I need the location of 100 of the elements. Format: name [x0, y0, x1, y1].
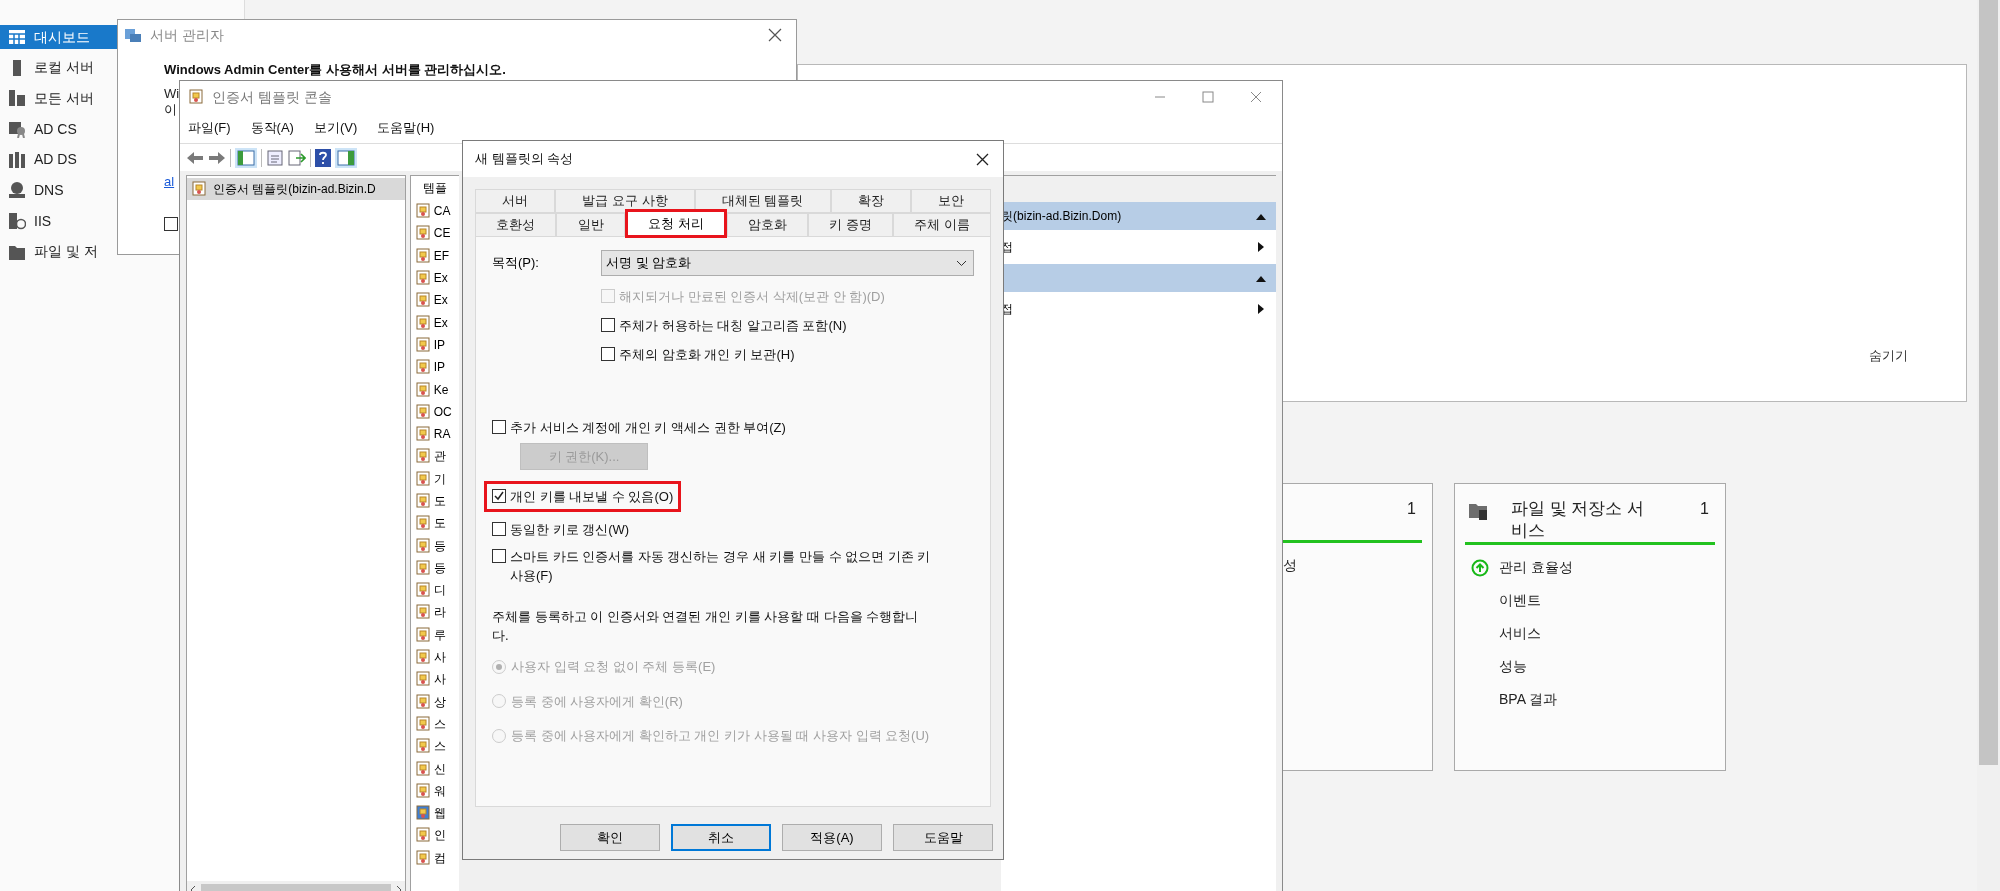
- tab[interactable]: 주체 이름: [893, 213, 992, 237]
- tile-link[interactable]: 성: [1283, 555, 1297, 576]
- tab[interactable]: 확장: [830, 189, 911, 213]
- template-row[interactable]: Ex: [410, 289, 460, 312]
- sidebar-item[interactable]: AD CS: [0, 117, 117, 142]
- scrollbar-thumb[interactable]: [1979, 0, 1998, 765]
- template-row[interactable]: Ex: [410, 311, 460, 334]
- template-row[interactable]: 인: [410, 824, 460, 847]
- menu-item[interactable]: 도움말(H): [377, 118, 435, 138]
- template-row[interactable]: 스: [410, 735, 460, 758]
- template-row[interactable]: 상: [410, 690, 460, 713]
- menu-item[interactable]: 보기(V): [313, 118, 358, 138]
- template-row[interactable]: 워: [410, 779, 460, 802]
- checkbox[interactable]: [492, 522, 506, 536]
- actions-header[interactable]: 릿(bizin-ad.Bizin.Dom): [1001, 202, 1276, 230]
- tab[interactable]: 키 증명: [808, 213, 894, 237]
- properties-icon[interactable]: [266, 148, 284, 167]
- template-row[interactable]: 라: [410, 601, 460, 624]
- dashboard-grid-icon: [8, 28, 26, 46]
- tile-link[interactable]: 관리 효율성: [1499, 557, 1573, 578]
- tab[interactable]: 요청 처리: [624, 209, 727, 238]
- role-tile[interactable]: 1 성: [1283, 483, 1433, 771]
- sidebar-item[interactable]: 로컬 서버: [0, 55, 117, 80]
- checkbox[interactable]: [492, 549, 506, 563]
- tree-pane-icon[interactable]: [235, 147, 257, 168]
- template-row[interactable]: 컴: [410, 846, 460, 869]
- tab[interactable]: 서버: [475, 189, 556, 213]
- template-row[interactable]: 웹: [410, 802, 460, 825]
- template-row[interactable]: 스: [410, 712, 460, 736]
- tab[interactable]: 호환성: [475, 213, 557, 237]
- action-pane-icon[interactable]: [335, 147, 357, 168]
- server-manager-icon: [124, 27, 142, 43]
- checkbox[interactable]: [601, 318, 615, 332]
- certificate-template-icon: [414, 738, 431, 755]
- certificate-template-icon: [414, 671, 431, 688]
- template-row[interactable]: 도: [410, 512, 460, 535]
- template-row[interactable]: IP: [410, 356, 460, 379]
- template-row[interactable]: 등: [410, 556, 460, 580]
- menu-item[interactable]: 동작(A): [250, 118, 294, 138]
- template-row[interactable]: Ke: [410, 378, 460, 401]
- sidebar-item[interactable]: 대시보드: [0, 25, 117, 49]
- tree-item[interactable]: 인증서 템플릿(bizin-ad.Bizin.D: [187, 178, 405, 200]
- sidebar-item[interactable]: 파일 및 저: [0, 239, 117, 264]
- tab[interactable]: 발급 요구 사항: [555, 189, 695, 213]
- template-row[interactable]: OC: [410, 400, 460, 423]
- role-tile[interactable]: 파일 및 저장소 서비스 1 관리 효율성 이벤트 서비스 성능 BPA 결과: [1454, 483, 1726, 771]
- certificate-template-icon: [414, 649, 431, 666]
- tile-link[interactable]: BPA 결과: [1499, 689, 1558, 710]
- template-row[interactable]: 기: [410, 467, 460, 490]
- dialog-button[interactable]: 취소: [671, 824, 771, 851]
- tab[interactable]: 보안: [910, 189, 992, 213]
- template-row[interactable]: 루: [410, 623, 460, 646]
- collapse-icon: [1256, 212, 1266, 220]
- tile-link[interactable]: 서비스: [1499, 623, 1541, 644]
- template-row[interactable]: 등: [410, 534, 460, 557]
- hide-link[interactable]: 숨기기: [1869, 345, 1908, 365]
- certificate-template-icon: [414, 225, 431, 242]
- template-row[interactable]: 사: [410, 645, 460, 669]
- template-row[interactable]: CE: [410, 222, 460, 245]
- template-row[interactable]: Ex: [410, 266, 460, 290]
- template-row[interactable]: 관: [410, 445, 460, 468]
- template-row[interactable]: EF: [410, 244, 460, 267]
- template-row[interactable]: 사: [410, 668, 460, 691]
- maximize-icon[interactable]: [1202, 91, 1214, 103]
- dialog-title: 새 템플릿의 속성: [475, 150, 574, 169]
- checkbox[interactable]: [492, 420, 506, 434]
- tab[interactable]: 암호화: [726, 213, 809, 237]
- template-row[interactable]: CA: [410, 200, 460, 223]
- forward-arrow-icon[interactable]: [208, 149, 226, 166]
- dialog-button[interactable]: 확인: [560, 824, 660, 851]
- template-row[interactable]: 신: [410, 757, 460, 780]
- certificate-template-icon: [414, 470, 431, 487]
- checkbox[interactable]: [601, 347, 615, 361]
- sidebar-item[interactable]: 모든 서버: [0, 86, 117, 111]
- template-row[interactable]: 도: [410, 489, 460, 513]
- sidebar-item[interactable]: DNS: [0, 178, 117, 203]
- checkbox-label: 주체의 암호화 개인 키 보관(H): [619, 346, 795, 364]
- checkbox[interactable]: [164, 217, 178, 231]
- dialog-button[interactable]: 적용(A): [782, 824, 882, 851]
- tab[interactable]: 대체된 템플릿: [694, 189, 831, 213]
- link[interactable]: al: [164, 171, 175, 191]
- checkbox-label: 개인 키를 내보낼 수 있음(O): [510, 488, 674, 506]
- checkbox[interactable]: [492, 489, 506, 503]
- sidebar-item[interactable]: AD DS: [0, 147, 117, 172]
- dialog-button[interactable]: 도움말: [893, 824, 993, 851]
- back-arrow-icon[interactable]: [186, 149, 204, 166]
- close-icon[interactable]: [976, 152, 989, 166]
- export-icon[interactable]: [288, 148, 306, 167]
- tile-link[interactable]: 이벤트: [1499, 590, 1541, 611]
- tile-link[interactable]: 성능: [1499, 656, 1527, 677]
- template-row[interactable]: RA: [410, 422, 460, 446]
- close-icon[interactable]: [768, 28, 782, 42]
- sidebar-item[interactable]: IIS: [0, 209, 117, 234]
- column-header[interactable]: 템플: [410, 176, 460, 200]
- template-row[interactable]: 디: [410, 579, 460, 602]
- purpose-dropdown[interactable]: 서명 및 암호화: [601, 250, 974, 276]
- help-icon[interactable]: [315, 148, 331, 167]
- menu-item[interactable]: 파일(F): [188, 118, 231, 138]
- tab[interactable]: 일반: [556, 213, 625, 237]
- template-row[interactable]: IP: [410, 333, 460, 357]
